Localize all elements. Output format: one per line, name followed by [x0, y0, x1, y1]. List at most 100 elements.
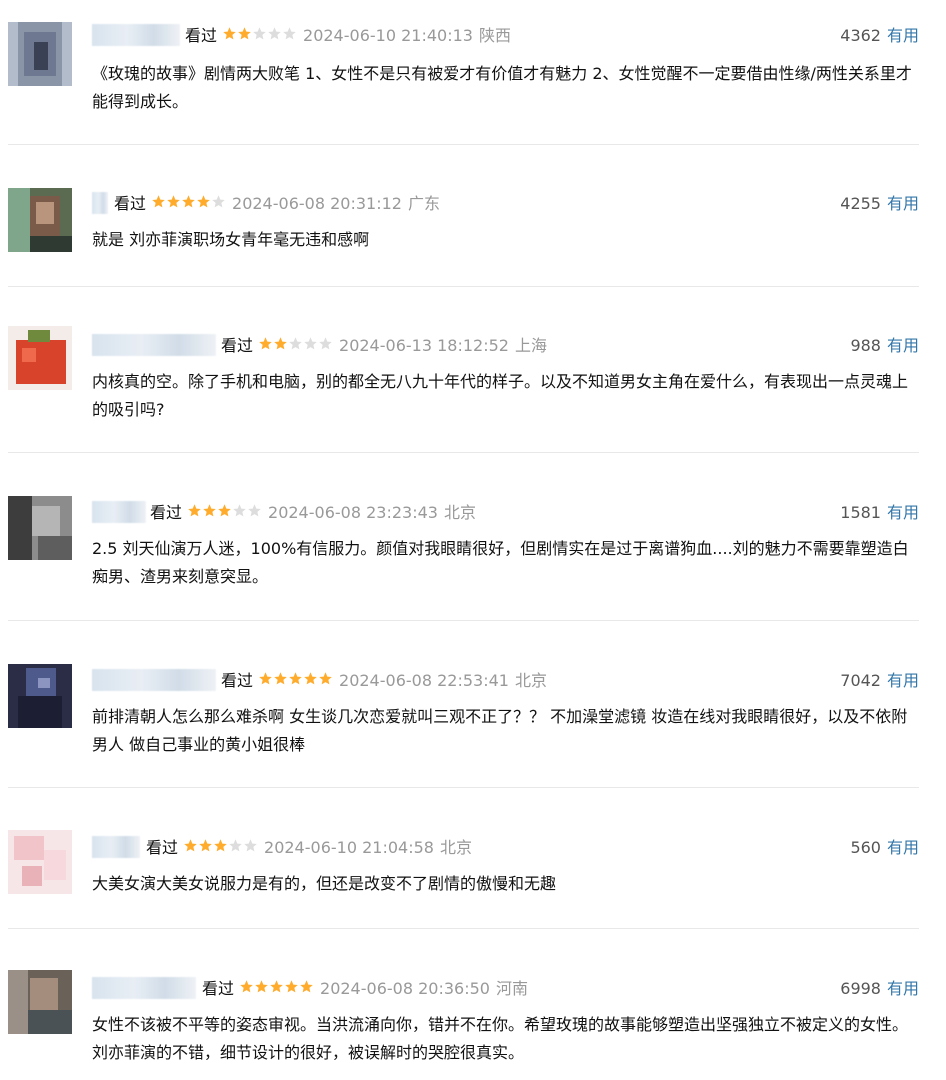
avatar[interactable] — [8, 664, 72, 728]
vote-area: 4255 有用 — [840, 192, 919, 216]
star-filled-icon — [182, 195, 195, 208]
star-empty-icon — [319, 337, 332, 350]
review-content: 前排清朝人怎么那么难杀啊 女生谈几次恋爱就叫三观不正了？？ 不加澡堂滤镜 妆造在… — [92, 707, 908, 754]
username-blurred[interactable] — [92, 836, 140, 858]
review-time: 2024-06-10 21:40:13 — [303, 26, 473, 45]
star-empty-icon — [244, 839, 257, 852]
vote-area: 1581 有用 — [840, 501, 919, 525]
vote-count: 4255 — [840, 194, 881, 213]
useful-button[interactable]: 有用 — [887, 336, 919, 355]
avatar[interactable] — [8, 970, 72, 1034]
review-content: 内核真的空。除了手机和电脑，别的都全无八九十年代的样子。以及不知道男女主角在爱什… — [92, 372, 909, 419]
star-filled-icon — [319, 672, 332, 685]
star-filled-icon — [255, 980, 268, 993]
review-time: 2024-06-08 20:31:12 — [232, 194, 402, 213]
avatar[interactable] — [8, 496, 72, 560]
vote-count: 988 — [850, 336, 881, 355]
review-time: 2024-06-13 18:12:52 — [339, 336, 509, 355]
review-time: 2024-06-10 21:04:58 — [264, 838, 434, 857]
star-filled-icon — [223, 27, 236, 40]
avatar[interactable] — [8, 326, 72, 390]
username-blurred[interactable] — [92, 334, 216, 356]
watch-status: 看过 — [114, 194, 147, 213]
review-meta: 看过 2024-06-10 21:40:13 陕西 — [185, 24, 511, 48]
avatar[interactable] — [8, 22, 72, 86]
divider — [8, 452, 919, 453]
star-empty-icon — [283, 27, 296, 40]
star-empty-icon — [289, 337, 302, 350]
divider — [8, 787, 919, 788]
review-time: 2024-06-08 22:53:41 — [339, 671, 509, 690]
review-content: 就是 刘亦菲演职场女青年毫无违和感啊 — [92, 230, 370, 249]
avatar[interactable] — [8, 188, 72, 252]
username-blurred[interactable] — [92, 501, 146, 523]
divider — [8, 928, 919, 929]
star-filled-icon — [240, 980, 253, 993]
review-location: 北京 — [443, 503, 476, 522]
review-meta: 看过 2024-06-10 21:04:58 北京 — [146, 836, 472, 860]
vote-area: 7042 有用 — [840, 669, 919, 693]
review-time: 2024-06-08 23:23:43 — [268, 503, 438, 522]
star-filled-icon — [300, 980, 313, 993]
useful-button[interactable]: 有用 — [887, 194, 919, 213]
star-filled-icon — [152, 195, 165, 208]
review-meta: 看过 2024-06-08 22:53:41 北京 — [221, 669, 547, 693]
star-empty-icon — [304, 337, 317, 350]
review-location: 北京 — [514, 671, 547, 690]
vote-count: 560 — [850, 838, 881, 857]
review-time: 2024-06-08 20:36:50 — [320, 979, 490, 998]
rating-stars — [183, 838, 258, 862]
review-content: 《玫瑰的故事》剧情两大败笔 1、女性不是只有被爱才有价值才有魅力 2、女性觉醒不… — [92, 64, 912, 111]
review-meta: 看过 2024-06-08 20:36:50 河南 — [202, 977, 528, 1001]
star-filled-icon — [197, 195, 210, 208]
star-filled-icon — [188, 504, 201, 517]
star-filled-icon — [203, 504, 216, 517]
vote-area: 560 有用 — [850, 836, 919, 860]
watch-status: 看过 — [221, 671, 254, 690]
rating-stars — [239, 979, 314, 1003]
watch-status: 看过 — [221, 336, 254, 355]
useful-button[interactable]: 有用 — [887, 979, 919, 998]
divider — [8, 144, 919, 145]
star-filled-icon — [304, 672, 317, 685]
review-content: 女性不该被不平等的姿态审视。当洪流涌向你，错并不在你。希望玫瑰的故事能够塑造出坚… — [92, 1015, 909, 1062]
useful-button[interactable]: 有用 — [887, 671, 919, 690]
star-filled-icon — [167, 195, 180, 208]
star-empty-icon — [229, 839, 242, 852]
avatar[interactable] — [8, 830, 72, 894]
watch-status: 看过 — [202, 979, 235, 998]
review-meta: 看过 2024-06-08 20:31:12 广东 — [114, 192, 440, 216]
username-blurred[interactable] — [92, 192, 108, 214]
review-location: 上海 — [514, 336, 547, 355]
star-filled-icon — [184, 839, 197, 852]
username-blurred[interactable] — [92, 24, 180, 46]
vote-count: 7042 — [840, 671, 881, 690]
star-empty-icon — [248, 504, 261, 517]
useful-button[interactable]: 有用 — [887, 503, 919, 522]
useful-button[interactable]: 有用 — [887, 26, 919, 45]
review-content: 2.5 刘天仙演万人迷，100%有信服力。颜值对我眼睛很好，但剧情实在是过于离谱… — [92, 539, 909, 586]
review-meta: 看过 2024-06-08 23:23:43 北京 — [150, 501, 476, 525]
vote-area: 988 有用 — [850, 334, 919, 358]
watch-status: 看过 — [185, 26, 218, 45]
vote-count: 4362 — [840, 26, 881, 45]
star-empty-icon — [233, 504, 246, 517]
username-blurred[interactable] — [92, 977, 196, 999]
rating-stars — [222, 26, 297, 50]
rating-stars — [151, 194, 226, 218]
star-filled-icon — [270, 980, 283, 993]
vote-count: 1581 — [840, 503, 881, 522]
star-empty-icon — [268, 27, 281, 40]
star-empty-icon — [253, 27, 266, 40]
review-location: 陕西 — [478, 26, 511, 45]
watch-status: 看过 — [150, 503, 183, 522]
vote-area: 4362 有用 — [840, 24, 919, 48]
star-filled-icon — [289, 672, 302, 685]
useful-button[interactable]: 有用 — [887, 838, 919, 857]
star-filled-icon — [274, 672, 287, 685]
review-meta: 看过 2024-06-13 18:12:52 上海 — [221, 334, 547, 358]
review-location: 河南 — [495, 979, 528, 998]
star-filled-icon — [274, 337, 287, 350]
star-filled-icon — [199, 839, 212, 852]
username-blurred[interactable] — [92, 669, 216, 691]
